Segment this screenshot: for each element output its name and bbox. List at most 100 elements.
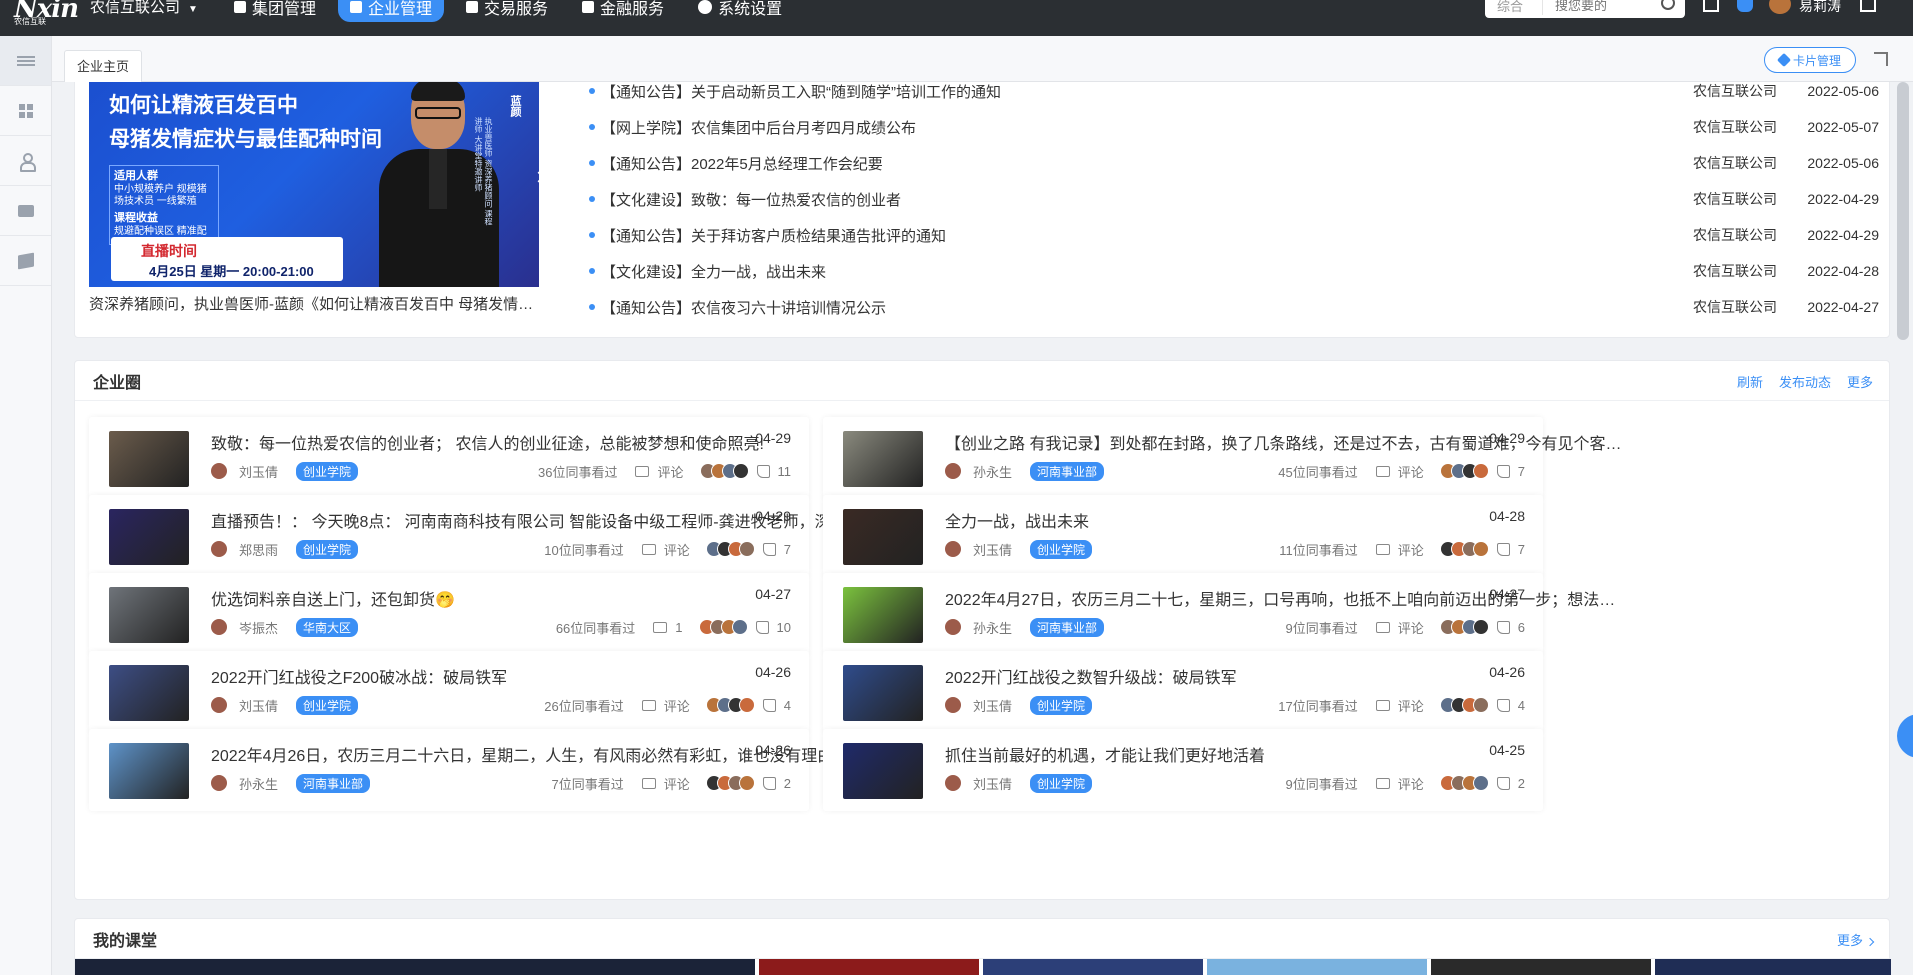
thumbs-up-icon[interactable] [1496, 464, 1510, 478]
live-banner[interactable]: 如何让精液百发百中 母猪发情症状与最佳配种时间 适用人群 中小规模养户 规模猪场技术… [89, 82, 539, 287]
circle-post[interactable]: 2022年4月26日，农历三月二十六日，星期二，人生，有风雨必然有彩虹，谁也没有… [89, 729, 891, 811]
news-item[interactable]: 【网上学院】农信集团中后台月考四月成绩公布 农信互联公司 2022-05-07 [589, 109, 1879, 145]
news-title[interactable]: 【通知公告】农信夜习六十讲培训情况公示 [601, 297, 1693, 318]
author-name[interactable]: 刘玉倩 [239, 696, 278, 715]
thumbs-up-icon[interactable] [1496, 776, 1510, 790]
author-avatar[interactable] [945, 697, 961, 713]
author-name[interactable]: 刘玉倩 [973, 696, 1012, 715]
thumbs-up-icon[interactable] [762, 542, 776, 556]
comment-count[interactable]: 1 [675, 620, 682, 635]
circle-more-link[interactable]: 更多 [1847, 372, 1873, 391]
author-name[interactable]: 刘玉倩 [973, 540, 1012, 559]
user-avatar[interactable] [1769, 0, 1791, 14]
sidebar-toggle[interactable] [0, 36, 51, 86]
author-name[interactable]: 郑思雨 [239, 540, 278, 559]
brand-logo[interactable]: Nxin 农信互联 [14, 0, 79, 26]
comment-count[interactable]: 评论 [1398, 774, 1424, 793]
thumbs-up-icon[interactable] [1496, 698, 1510, 712]
comment-icon[interactable] [641, 777, 656, 789]
comment-icon[interactable] [641, 543, 656, 555]
author-avatar[interactable] [945, 463, 961, 479]
post-thumbnail[interactable] [843, 509, 923, 565]
nav-group-management[interactable]: 集团管理 [222, 0, 328, 22]
news-item[interactable]: 【通知公告】关于拜访客户质检结果通告批评的通知 农信互联公司 2022-04-29 [589, 217, 1879, 253]
comment-icon[interactable] [653, 621, 668, 633]
message-icon[interactable] [1703, 0, 1719, 12]
scrollbar-thumb[interactable] [1897, 82, 1909, 340]
comment-icon[interactable] [1375, 621, 1390, 633]
company-switcher[interactable]: 农信互联公司 ▼ [90, 0, 198, 17]
comment-count[interactable]: 评论 [664, 540, 690, 559]
chevron-right-icon[interactable] [533, 171, 539, 183]
news-title[interactable]: 【文化建设】全力一战，战出未来 [601, 261, 1693, 282]
post-thumbnail[interactable] [843, 665, 923, 721]
circle-post[interactable]: 2022年4月27日，农历三月二十七，星期三，口号再响，也抵不上咱向前迈出的第一… [823, 573, 1625, 655]
post-thumbnail[interactable] [109, 743, 189, 799]
comment-count[interactable]: 评论 [657, 462, 683, 481]
nav-trade-service[interactable]: 交易服务 [454, 0, 560, 22]
sidebar-item-dashboard[interactable] [0, 86, 51, 136]
refresh-link[interactable]: 刷新 [1737, 372, 1763, 391]
author-name[interactable]: 刘玉倩 [973, 774, 1012, 793]
news-title[interactable]: 【通知公告】关于启动新员工入职“随到随学”培训工作的通知 [601, 82, 1693, 102]
course-thumb[interactable] [75, 959, 755, 975]
comment-count[interactable]: 评论 [1398, 540, 1424, 559]
user-name[interactable]: 易莉涛 [1799, 0, 1841, 16]
comment-count[interactable]: 评论 [1398, 462, 1424, 481]
card-manage-button[interactable]: 卡片管理 [1764, 47, 1856, 73]
circle-post[interactable]: 2022开门红战役之F200破冰战：破局铁军 04-26 刘玉倩 创业学院 26位同事看… [89, 651, 809, 733]
thumbs-up-icon[interactable] [1496, 542, 1510, 556]
comment-icon[interactable] [641, 699, 656, 711]
sidebar-item-learning[interactable] [0, 236, 51, 286]
circle-post[interactable]: 【创业之路 有我记录】到处都在封路，换了几条路线，还是过不去，古有蜀道难，今有见… [823, 417, 1625, 499]
post-thumbnail[interactable] [109, 587, 189, 643]
author-name[interactable]: 孙永生 [973, 462, 1012, 481]
news-item[interactable]: 【文化建设】全力一战，战出未来 农信互联公司 2022-04-28 [589, 253, 1879, 289]
thumbs-up-icon[interactable] [756, 464, 770, 478]
circle-post[interactable]: 抓住当前最好的机遇，才能让我们更好地活着 04-25 刘玉倩 创业学院 9位同事看过 评论… [823, 729, 1543, 811]
nav-enterprise-management[interactable]: 企业管理 [338, 0, 445, 22]
post-thumbnail[interactable] [843, 587, 923, 643]
post-thumbnail[interactable] [109, 509, 189, 565]
tab-enterprise-home[interactable]: 企业主页 [64, 50, 143, 82]
circle-post[interactable]: 直播预告！： 今天晚8点： 河南南商科技有限公司 智能设备中级工程师-龚进牧老师… [89, 495, 891, 577]
course-thumb[interactable] [1431, 959, 1651, 975]
thumbs-up-icon[interactable] [1496, 620, 1510, 634]
search-type-select[interactable]: 综合 [1485, 0, 1543, 15]
comment-count[interactable]: 评论 [664, 696, 690, 715]
post-thumbnail[interactable] [109, 431, 189, 487]
circle-post[interactable]: 全力一战，战出未来 04-28 刘玉倩 创业学院 11位同事看过 评论 7 [823, 495, 1543, 577]
news-item[interactable]: 【通知公告】关于启动新员工入职“随到随学”培训工作的通知 农信互联公司 2022-0… [589, 82, 1879, 109]
author-avatar[interactable] [211, 775, 227, 791]
comment-count[interactable]: 评论 [1398, 696, 1424, 715]
course-thumb[interactable] [1655, 959, 1891, 975]
author-avatar[interactable] [945, 619, 961, 635]
logout-icon[interactable] [1860, 0, 1876, 12]
news-item[interactable]: 【通知公告】农信夜习六十讲培训情况公示 农信互联公司 2022-04-27 [589, 289, 1879, 325]
course-thumb[interactable] [1207, 959, 1427, 975]
banner-caption[interactable]: 资深养猪顾问，执业兽医师-蓝颜《如何让精液百发百中 母猪发情症状与最佳配种时间》 [89, 293, 539, 314]
nav-finance-service[interactable]: 金融服务 [570, 0, 676, 22]
author-name[interactable]: 刘玉倩 [239, 462, 278, 481]
comment-icon[interactable] [1375, 777, 1390, 789]
fullscreen-icon[interactable] [1874, 52, 1888, 66]
news-title[interactable]: 【通知公告】2022年5月总经理工作会纪要 [601, 153, 1693, 174]
circle-post[interactable]: 2022开门红战役之数智升级战：破局铁军 04-26 刘玉倩 创业学院 17位同事看过评… [823, 651, 1543, 733]
nav-system-settings[interactable]: 系统设置 [686, 0, 794, 22]
news-title[interactable]: 【文化建设】致敬：每一位热爱农信的创业者 [601, 189, 1693, 210]
comment-count[interactable]: 评论 [1398, 618, 1424, 637]
circle-post[interactable]: 致敬：每一位热爱农信的创业者； 农信人的创业征途，总能被梦想和使命照亮! 04-2… [89, 417, 809, 499]
search-icon[interactable] [1661, 0, 1675, 10]
comment-count[interactable]: 评论 [664, 774, 690, 793]
comment-icon[interactable] [1375, 543, 1390, 555]
search-input[interactable] [1543, 0, 1643, 13]
author-avatar[interactable] [945, 775, 961, 791]
post-thumbnail[interactable] [843, 431, 923, 487]
bell-icon[interactable] [1737, 0, 1753, 12]
author-avatar[interactable] [211, 697, 227, 713]
post-thumbnail[interactable] [843, 743, 923, 799]
post-thumbnail[interactable] [109, 665, 189, 721]
comment-icon[interactable] [635, 465, 650, 477]
news-item[interactable]: 【通知公告】2022年5月总经理工作会纪要 农信互联公司 2022-05-06 [589, 145, 1879, 181]
comment-icon[interactable] [1375, 465, 1390, 477]
